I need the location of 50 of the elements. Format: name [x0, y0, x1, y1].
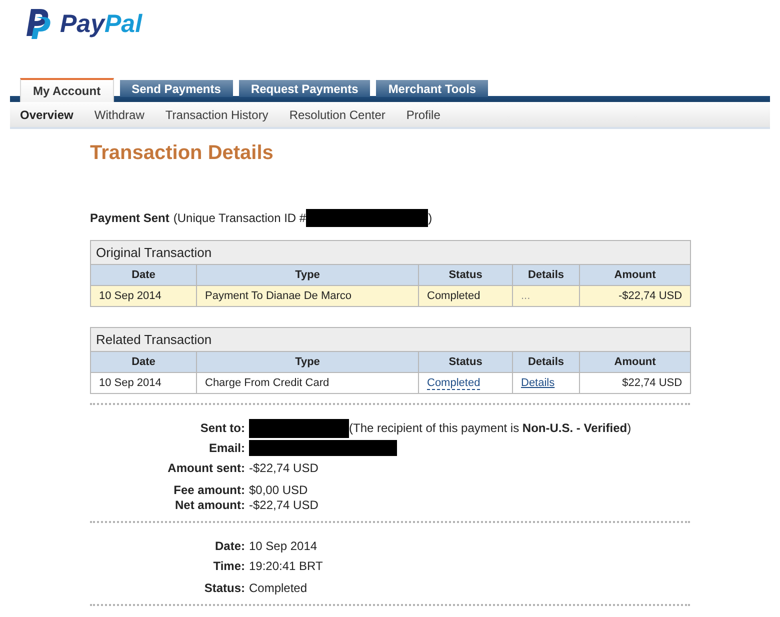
column-header: Amount — [580, 264, 691, 286]
field-label: Time: — [212, 559, 245, 573]
column-header: Type — [196, 352, 418, 372]
logo-mark-icon — [26, 9, 51, 39]
table-cell: ... — [512, 286, 580, 306]
table-cell: $22,74 USD — [580, 372, 691, 394]
column-header: Details — [512, 352, 580, 372]
nav-tab[interactable]: Request Payments — [238, 80, 370, 97]
logo-wordmark: PayPal — [60, 9, 142, 39]
column-header: Amount — [580, 352, 691, 372]
table-cell: Completed — [418, 286, 512, 306]
column-header: Status — [418, 264, 512, 286]
subnav-link[interactable]: Profile — [406, 108, 440, 122]
field-label: Net amount: — [174, 498, 245, 512]
nav-tab[interactable]: Merchant Tools — [376, 80, 488, 97]
payment-sent-heading: Payment Sent — [90, 210, 170, 227]
column-header: Date — [90, 264, 196, 286]
nav-tab[interactable]: Send Payments — [120, 80, 233, 97]
field-value: -$22,74 USD — [249, 461, 320, 475]
field-value: -$22,74 USD — [249, 498, 320, 512]
recipient-note: (The recipient of this payment is Non-U.S. - Verified) — [349, 421, 632, 435]
field-label: Sent to: — [199, 421, 245, 435]
column-header: Date — [90, 352, 196, 372]
nav-tab[interactable]: My Account — [20, 78, 114, 102]
field-label: Date: — [214, 539, 245, 553]
field-label: Amount sent: — [166, 461, 245, 475]
table-caption: Related Transaction — [90, 328, 691, 352]
field-value: 10 Sep 2014 — [249, 539, 318, 553]
table-cell: Charge From Credit Card — [196, 372, 418, 394]
table-cell: 10 Sep 2014 — [90, 286, 196, 306]
field-value: Completed — [249, 580, 308, 594]
table-cell: -$22,74 USD — [580, 286, 691, 306]
table-cell: 10 Sep 2014 — [90, 372, 196, 394]
field-label: Fee amount: — [172, 482, 245, 496]
field-label: Status: — [203, 580, 245, 594]
table-cell: Payment To Dianae De Marco — [196, 286, 418, 306]
column-header: Details — [512, 264, 580, 286]
page-title: Transaction Details — [90, 141, 274, 165]
subnav-link[interactable]: Resolution Center — [289, 108, 386, 122]
field-value: 19:20:41 BRT — [249, 559, 324, 573]
closing-parenthesis: ) — [428, 210, 432, 227]
transaction-id-label: (Unique Transaction ID # — [173, 210, 306, 227]
subnav-link[interactable]: Withdraw — [94, 108, 144, 122]
subnav-link[interactable]: Overview — [20, 108, 74, 122]
column-header: Type — [196, 264, 418, 286]
subnav-link[interactable]: Transaction History — [165, 108, 268, 122]
field-value: $0,00 USD — [249, 482, 309, 496]
column-header: Status — [418, 352, 512, 372]
table-caption: Original Transaction — [90, 240, 691, 264]
field-label: Email: — [208, 441, 245, 455]
